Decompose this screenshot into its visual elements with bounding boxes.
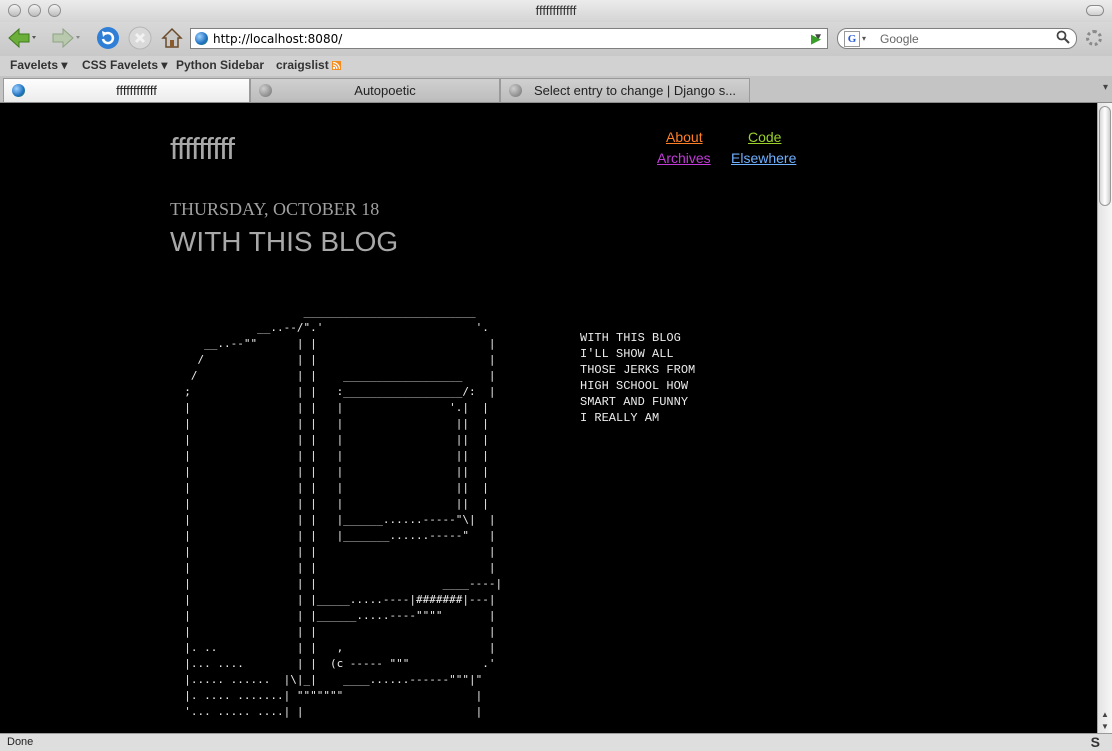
nav-link-about[interactable]: About: [666, 129, 703, 145]
site-globe-icon: [195, 32, 208, 45]
bookmarks-toolbar: Favelets ▾ CSS Favelets ▾ Python Sidebar…: [0, 56, 1112, 76]
nav-link-code[interactable]: Code: [748, 129, 781, 145]
tab-django-admin[interactable]: Select entry to change | Django s...: [500, 78, 750, 102]
bookmark-craigslist[interactable]: craigslist: [276, 58, 342, 72]
bookmark-css-favelets[interactable]: CSS Favelets ▾: [82, 58, 167, 72]
loading-throbber-icon: [1086, 30, 1102, 46]
window-title: ffffffffffff: [535, 3, 577, 18]
tab-label: ffffffffffff: [116, 83, 157, 98]
post-caption: WITH THIS BLOG I'LL SHOW ALL THOSE JERKS…: [580, 331, 696, 425]
nav-link-elsewhere[interactable]: Elsewhere: [731, 150, 796, 166]
go-button[interactable]: ▶: [806, 28, 826, 49]
tab-globe-icon: [509, 84, 522, 97]
address-bar-url: http://localhost:8080/: [213, 31, 343, 46]
reload-icon: [97, 27, 119, 49]
tab-current[interactable]: ffffffffffff: [3, 78, 250, 102]
tab-autopoetic[interactable]: Autopoetic: [250, 78, 500, 102]
tab-label: Select entry to change | Django s...: [533, 83, 737, 98]
web-page-viewport: fffffffff About Code Archives Elsewhere …: [0, 103, 1097, 733]
scroll-down-arrow-icon[interactable]: ▼: [1101, 722, 1109, 731]
nav-link-archives[interactable]: Archives: [657, 150, 711, 166]
stop-button[interactable]: [127, 25, 153, 51]
engine-dropdown-icon[interactable]: ▾: [862, 34, 866, 43]
post-title[interactable]: WITH THIS BLOG: [170, 226, 398, 258]
magnifier-icon[interactable]: [1056, 30, 1070, 47]
ascii-art-computer: __________________________ __..--/".' '.…: [184, 305, 503, 718]
toolbar-toggle-button[interactable]: [1086, 5, 1104, 16]
tab-globe-icon: [12, 84, 25, 97]
status-bar: Done S: [0, 733, 1112, 751]
bookmark-craigslist-label: craigslist: [276, 58, 329, 72]
scroll-up-arrow-icon[interactable]: ▲: [1101, 710, 1109, 719]
bookmark-python-sidebar[interactable]: Python Sidebar: [176, 58, 264, 72]
scrollbar-thumb[interactable]: [1099, 106, 1111, 206]
tab-bar: ffffffffffff Autopoetic Select entry to …: [0, 76, 1112, 103]
status-extension-icon[interactable]: S: [1091, 734, 1100, 750]
tab-label: Autopoetic: [354, 83, 416, 98]
back-arrow-icon: [8, 27, 36, 49]
rss-feed-icon: [332, 61, 342, 70]
tab-list-dropdown-icon[interactable]: ▾: [1103, 82, 1108, 93]
home-button[interactable]: [159, 25, 185, 51]
forward-arrow-icon: [52, 27, 80, 49]
reload-button[interactable]: [95, 25, 121, 51]
vertical-scrollbar[interactable]: ▲ ▼: [1097, 103, 1112, 733]
back-button[interactable]: [4, 25, 40, 51]
bookmark-favelets[interactable]: Favelets ▾: [10, 58, 67, 72]
tab-globe-icon: [259, 84, 272, 97]
search-engine-icon[interactable]: G: [844, 30, 860, 47]
post-date: THURSDAY, OCTOBER 18: [170, 199, 380, 219]
forward-button[interactable]: [48, 25, 84, 51]
go-arrow-icon: ▶: [811, 30, 821, 46]
stop-icon: [128, 26, 152, 50]
address-bar[interactable]: http://localhost:8080/ ▼: [190, 28, 828, 49]
search-placeholder: Google: [880, 31, 919, 46]
window-titlebar: ffffffffffff: [0, 0, 1112, 22]
home-icon: [161, 27, 183, 48]
status-text: Done: [7, 736, 34, 748]
search-field[interactable]: G ▾ Google: [837, 28, 1077, 49]
site-title[interactable]: fffffffff: [170, 131, 235, 167]
